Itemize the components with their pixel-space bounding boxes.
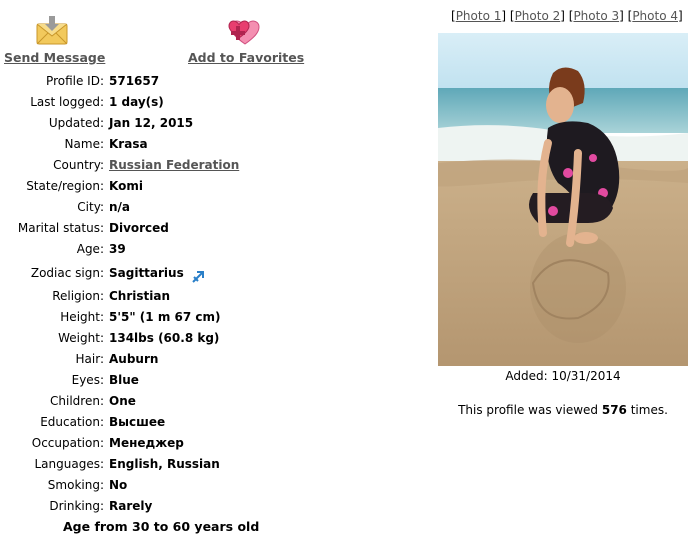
row-label: Hair: bbox=[75, 352, 104, 366]
views-suffix: times. bbox=[626, 403, 668, 417]
row-label: State/region: bbox=[26, 179, 104, 193]
row-label: Age: bbox=[76, 242, 104, 256]
photo-link-1[interactable]: Photo 1 bbox=[456, 9, 502, 23]
row-label: Eyes: bbox=[71, 373, 104, 387]
profile-photo[interactable] bbox=[438, 33, 688, 366]
row-label: Children: bbox=[50, 394, 104, 408]
row-label: Marital status: bbox=[17, 221, 104, 235]
row-label: Drinking: bbox=[49, 499, 104, 513]
add-to-favorites-link[interactable]: Add to Favorites bbox=[188, 50, 304, 65]
add-to-favorites-action[interactable]: Add to Favorites bbox=[188, 14, 304, 65]
profile-row-smoking: Smoking: No bbox=[0, 475, 239, 496]
send-message-action[interactable]: Send Message bbox=[4, 14, 105, 65]
profile-row-state: State/region: Komi bbox=[0, 176, 239, 197]
row-value: Jan 12, 2015 bbox=[109, 116, 194, 130]
row-label: Smoking: bbox=[47, 478, 104, 492]
profile-row-city: City: n/a bbox=[0, 197, 239, 218]
row-label: Profile ID: bbox=[46, 74, 104, 88]
profile-row-drinking: Drinking: Rarely bbox=[0, 496, 239, 517]
row-value: No bbox=[109, 478, 128, 492]
profile-row-occupation: Occupation: Менеджер bbox=[0, 433, 239, 454]
profile-row-children: Children: One bbox=[0, 391, 239, 412]
row-label: Religion: bbox=[52, 289, 104, 303]
row-value: Blue bbox=[109, 373, 139, 387]
profile-row-hair: Hair: Auburn bbox=[0, 349, 239, 370]
row-label: Languages: bbox=[34, 457, 104, 471]
row-label: Occupation: bbox=[31, 436, 104, 450]
profile-row-age: Age: 39 bbox=[0, 239, 239, 260]
profile-row-education: Education: Высшее bbox=[0, 412, 239, 433]
row-label: Height: bbox=[60, 310, 104, 324]
row-value: One bbox=[109, 394, 136, 408]
row-value: Высшее bbox=[109, 415, 166, 429]
photo-link-3[interactable]: Photo 3 bbox=[573, 9, 619, 23]
row-label: City: bbox=[77, 200, 104, 214]
envelope-icon[interactable] bbox=[35, 14, 69, 48]
profile-row-marital: Marital status: Divorced bbox=[0, 218, 239, 239]
row-value: Krasa bbox=[109, 137, 148, 151]
row-label: Zodiac sign: bbox=[30, 266, 104, 280]
profile-row-id: Profile ID: 571657 bbox=[0, 71, 239, 92]
hearts-plus-icon[interactable] bbox=[225, 14, 261, 48]
views-prefix: This profile was viewed bbox=[458, 403, 602, 417]
sagittarius-icon bbox=[191, 267, 205, 283]
profile-row-eyes: Eyes: Blue bbox=[0, 370, 239, 391]
profile-row-height: Height: 5'5" (1 m 67 cm) bbox=[0, 307, 239, 328]
row-label: Updated: bbox=[48, 116, 104, 130]
age-range-text: Age from 30 to 60 years old bbox=[63, 519, 260, 534]
profile-row-weight: Weight: 134lbs (60.8 kg) bbox=[0, 328, 239, 349]
row-label: Last logged: bbox=[30, 95, 104, 109]
profile-row-zodiac: Zodiac sign: Sagittarius bbox=[0, 260, 239, 286]
profile-row-religion: Religion: Christian bbox=[0, 286, 239, 307]
photo-link-2[interactable]: Photo 2 bbox=[515, 9, 561, 23]
views-count: 576 bbox=[601, 403, 627, 417]
profile-info-table: Profile ID: 571657 Last logged: 1 day(s) U… bbox=[0, 71, 239, 517]
profile-view-count: This profile was viewed 576 times. bbox=[438, 403, 688, 417]
row-value: 571657 bbox=[109, 74, 160, 88]
photo-links: [Photo 1] [Photo 2] [Photo 3] [Photo 4] bbox=[451, 9, 683, 23]
photo-added-date: Added: 10/31/2014 bbox=[505, 369, 621, 383]
row-value: 134lbs (60.8 kg) bbox=[109, 331, 220, 345]
row-value: Komi bbox=[109, 179, 143, 193]
row-value: English, Russian bbox=[109, 457, 220, 471]
country-link[interactable]: Russian Federation bbox=[109, 158, 239, 172]
row-label: Country: bbox=[53, 158, 104, 172]
row-label: Name: bbox=[64, 137, 104, 151]
zodiac-value: Sagittarius bbox=[109, 266, 184, 280]
row-label: Weight: bbox=[58, 331, 104, 345]
photo-link-4[interactable]: Photo 4 bbox=[632, 9, 678, 23]
row-value: 1 day(s) bbox=[109, 95, 164, 109]
row-value: Divorced bbox=[109, 221, 169, 235]
row-value: 39 bbox=[109, 242, 126, 256]
row-label: Education: bbox=[40, 415, 104, 429]
send-message-link[interactable]: Send Message bbox=[4, 50, 105, 65]
profile-row-name: Name: Krasa bbox=[0, 134, 239, 155]
profile-row-updated: Updated: Jan 12, 2015 bbox=[0, 113, 239, 134]
profile-row-last-logged: Last logged: 1 day(s) bbox=[0, 92, 239, 113]
profile-row-country: Country: Russian Federation bbox=[0, 155, 239, 176]
row-value: Менеджер bbox=[109, 436, 184, 450]
row-value: Auburn bbox=[109, 352, 159, 366]
row-value: 5'5" (1 m 67 cm) bbox=[109, 310, 221, 324]
row-value: Rarely bbox=[109, 499, 153, 513]
row-value: Christian bbox=[109, 289, 171, 303]
profile-row-languages: Languages: English, Russian bbox=[0, 454, 239, 475]
row-value: n/a bbox=[109, 200, 131, 214]
